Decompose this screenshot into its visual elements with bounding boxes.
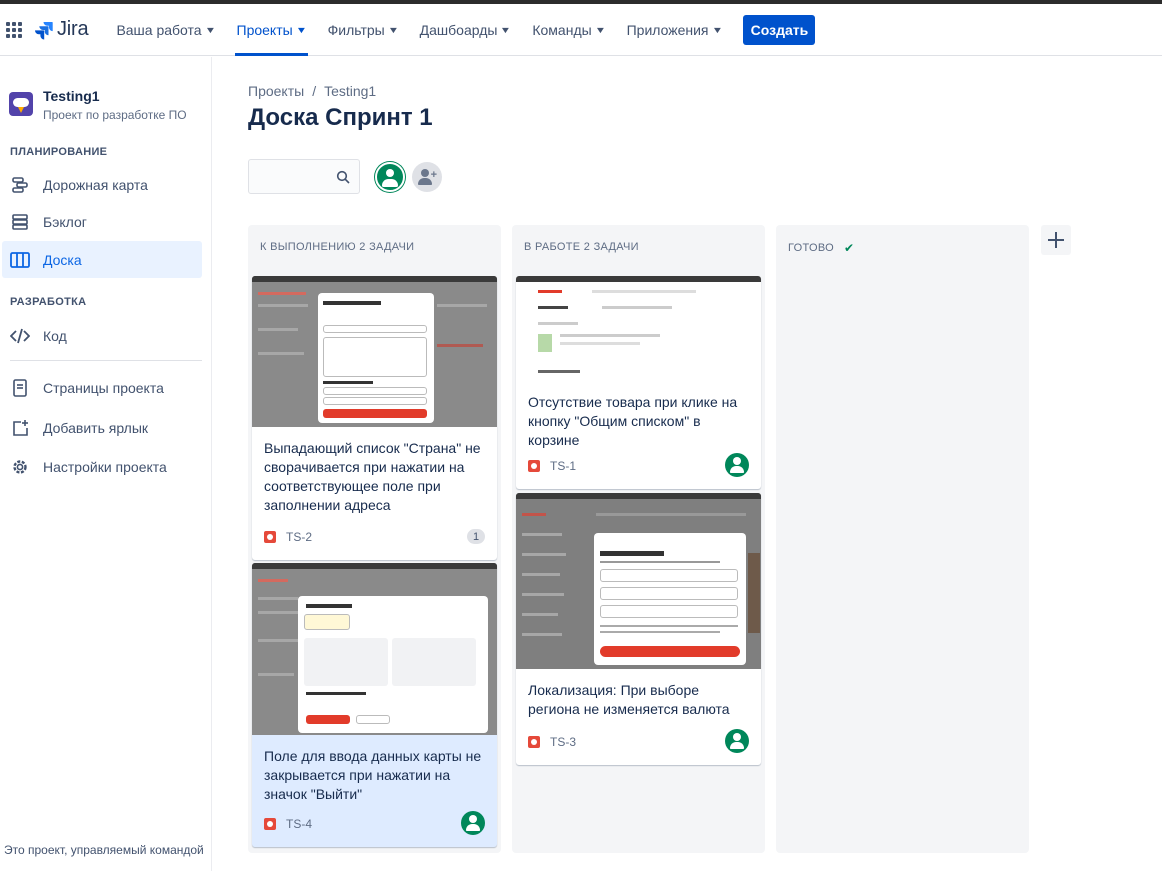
nav-teams[interactable]: Команды ▼ <box>526 4 610 56</box>
nav-projects-label: Проекты <box>236 21 293 38</box>
sidebar-item-label: Доска <box>43 251 82 268</box>
project-type: Проект по разработке ПО <box>43 108 187 122</box>
sidebar-item-label: Добавить ярлык <box>43 419 149 436</box>
nav-filters[interactable]: Фильтры ▼ <box>322 4 404 56</box>
column-todo: К ВЫПОЛНЕНИЮ 2 ЗАДАЧИ Выпадающий список … <box>248 225 501 853</box>
app-switcher-icon[interactable] <box>6 21 22 38</box>
sidebar-item-code[interactable]: Код <box>2 317 202 354</box>
chevron-down-icon: ▼ <box>594 24 606 35</box>
checkmark-icon: ✔ <box>844 241 855 255</box>
chevron-down-icon: ▼ <box>387 24 399 35</box>
card-cover-image <box>516 276 761 381</box>
board-icon <box>10 250 30 270</box>
bug-icon <box>528 736 540 748</box>
column-title: ГОТОВО ✔ <box>788 241 854 255</box>
breadcrumb: Проекты / Testing1 <box>248 83 376 99</box>
card-summary: Поле для ввода данных карты не закрывает… <box>264 748 482 802</box>
create-button[interactable]: Создать <box>743 14 816 45</box>
comment-count-badge: 1 <box>467 529 485 544</box>
bug-icon <box>264 818 276 830</box>
project-sidebar: Testing1 Проект по разработке ПО ПЛАНИРО… <box>0 57 212 871</box>
breadcrumb-separator: / <box>312 83 317 99</box>
issue-key: TS-2 <box>286 530 313 544</box>
code-icon <box>10 326 30 346</box>
column-in-progress: В РАБОТЕ 2 ЗАДАЧИ Отсутствие товара при … <box>512 225 765 853</box>
sidebar-item-project-settings[interactable]: Настройки проекта <box>2 448 202 485</box>
jira-logo[interactable]: Jira <box>34 18 89 41</box>
nav-projects[interactable]: Проекты ▼ <box>231 4 312 56</box>
project-avatar-icon <box>9 92 33 116</box>
section-title-planning: ПЛАНИРОВАНИЕ <box>10 146 108 158</box>
nav-your-work-label: Ваша работа <box>116 21 202 38</box>
roadmap-icon <box>10 175 30 195</box>
project-header[interactable]: Testing1 Проект по разработке ПО <box>9 88 187 122</box>
bug-icon <box>528 460 540 472</box>
chevron-down-icon: ▼ <box>204 24 216 35</box>
card-summary: Отсутствие товара при клике на кнопку "О… <box>528 394 738 448</box>
nav-teams-label: Команды <box>532 21 592 38</box>
plus-icon <box>1048 232 1064 248</box>
user-avatar[interactable] <box>375 162 405 192</box>
sidebar-item-board[interactable]: Доска <box>2 241 202 278</box>
breadcrumb-projects[interactable]: Проекты <box>248 83 304 99</box>
board-main: Проекты / Testing1 Доска Спринт 1 + К ВЫПО… <box>213 57 1162 871</box>
chevron-down-icon: ▼ <box>295 24 307 35</box>
sidebar-item-roadmap[interactable]: Дорожная карта <box>2 166 202 203</box>
column-title: В РАБОТЕ 2 ЗАДАЧИ <box>524 241 639 253</box>
issue-card-ts-1[interactable]: Отсутствие товара при клике на кнопку "О… <box>516 276 761 489</box>
bug-icon <box>264 531 276 543</box>
column-title-text: ГОТОВО <box>788 242 835 254</box>
nav-your-work[interactable]: Ваша работа ▼ <box>110 4 220 56</box>
issue-key: TS-3 <box>550 735 577 749</box>
add-column-button[interactable] <box>1041 225 1071 255</box>
sidebar-item-label: Страницы проекта <box>43 379 164 396</box>
chevron-down-icon: ▼ <box>711 24 723 35</box>
card-cover-image <box>252 276 497 427</box>
assignee-avatar[interactable] <box>725 453 749 477</box>
jira-logo-text: Jira <box>57 18 89 40</box>
nav-dashboards-label: Дашбоарды <box>419 21 498 38</box>
page-icon <box>10 378 30 398</box>
column-title: К ВЫПОЛНЕНИЮ 2 ЗАДАЧИ <box>260 241 415 253</box>
backlog-icon <box>10 212 30 232</box>
top-navigation: Jira Ваша работа ▼ Проекты ▼ Фильтры ▼ Дашб… <box>0 4 1162 56</box>
sidebar-item-add-shortcut[interactable]: Добавить ярлык <box>2 409 202 446</box>
assignee-avatar[interactable] <box>461 811 485 835</box>
section-title-development: РАЗРАБОТКА <box>10 296 87 308</box>
card-cover-image <box>252 563 497 735</box>
sidebar-item-project-pages[interactable]: Страницы проекта <box>2 369 202 406</box>
add-people-button[interactable]: + <box>412 162 442 192</box>
assignee-avatar[interactable] <box>725 729 749 753</box>
sidebar-item-label: Дорожная карта <box>43 176 148 193</box>
issue-card-ts-3[interactable]: Локализация: При выборе региона не измен… <box>516 493 761 765</box>
sidebar-divider <box>10 360 202 361</box>
column-done: ГОТОВО ✔ <box>776 225 1029 853</box>
board-search-input[interactable] <box>248 159 360 194</box>
card-summary: Выпадающий список "Страна" не сворачивае… <box>264 440 481 513</box>
card-cover-image <box>516 493 761 669</box>
page-title: Доска Спринт 1 <box>248 104 433 131</box>
issue-card-ts-4[interactable]: Поле для ввода данных карты не закрывает… <box>252 563 497 847</box>
card-summary: Локализация: При выборе региона не измен… <box>528 682 730 717</box>
nav-apps-label: Приложения <box>626 21 709 38</box>
gear-icon <box>10 457 30 477</box>
search-icon <box>336 170 350 184</box>
sidebar-item-backlog[interactable]: Бэклог <box>2 203 202 240</box>
sidebar-footer: Это проект, управляемый командой <box>4 843 204 857</box>
sidebar-item-label: Бэклог <box>43 213 87 230</box>
sidebar-item-label: Код <box>43 327 67 344</box>
plus-icon: + <box>430 169 437 181</box>
breadcrumb-project[interactable]: Testing1 <box>324 83 376 99</box>
issue-card-ts-2[interactable]: Выпадающий список "Страна" не сворачивае… <box>252 276 497 560</box>
issue-key: TS-4 <box>286 817 313 831</box>
issue-key: TS-1 <box>550 459 577 473</box>
nav-apps[interactable]: Приложения ▼ <box>621 4 728 56</box>
nav-dashboards[interactable]: Дашбоарды ▼ <box>414 4 517 56</box>
jira-logo-icon <box>35 21 53 39</box>
nav-filters-label: Фильтры <box>327 21 385 38</box>
chevron-down-icon: ▼ <box>500 24 512 35</box>
sidebar-item-label: Настройки проекта <box>43 458 167 475</box>
project-name: Testing1 <box>43 88 100 104</box>
add-shortcut-icon <box>10 418 30 438</box>
